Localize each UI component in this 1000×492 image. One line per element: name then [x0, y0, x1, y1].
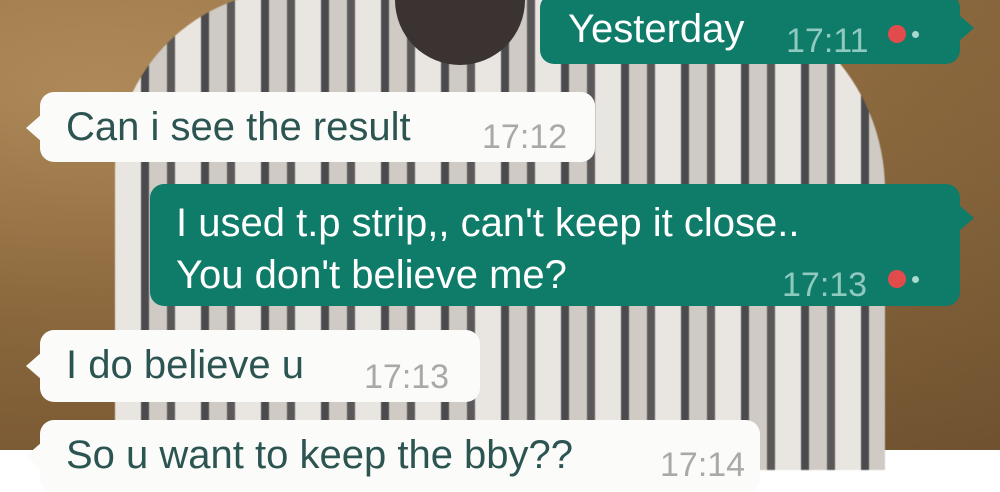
- small-dot-icon: [912, 275, 919, 283]
- message-time: 17:13: [782, 266, 868, 304]
- read-status-icon: [888, 270, 919, 288]
- message-time: 17:11: [786, 22, 869, 60]
- message-text: Yesterday: [568, 7, 745, 51]
- message-bubble-outgoing[interactable]: I used t.p strip,, can't keep it close..…: [150, 184, 974, 306]
- small-dot-icon: [912, 30, 919, 38]
- message-text: Can i see the result: [66, 105, 411, 149]
- message-text-line-2: You don't believe me?: [176, 253, 567, 297]
- message-text-line-1: I used t.p strip,, can't keep it close..: [176, 201, 800, 245]
- message-text: I do believe u: [66, 343, 304, 387]
- read-status-icon: [888, 25, 919, 43]
- red-dot-icon: [888, 270, 906, 288]
- message-bubble-incoming[interactable]: I do believe u 17:13: [26, 330, 480, 402]
- message-bubble-incoming[interactable]: Can i see the result 17:12: [26, 92, 595, 162]
- message-bubble-outgoing[interactable]: Yesterday 17:11: [540, 0, 974, 64]
- message-time: 17:14: [660, 446, 746, 484]
- message-time: 17:12: [482, 118, 568, 156]
- message-bubble-incoming[interactable]: So u want to keep the bby?? 17:14: [26, 420, 760, 492]
- red-dot-icon: [888, 25, 906, 43]
- message-text: So u want to keep the bby??: [66, 433, 574, 477]
- message-time: 17:13: [364, 358, 450, 396]
